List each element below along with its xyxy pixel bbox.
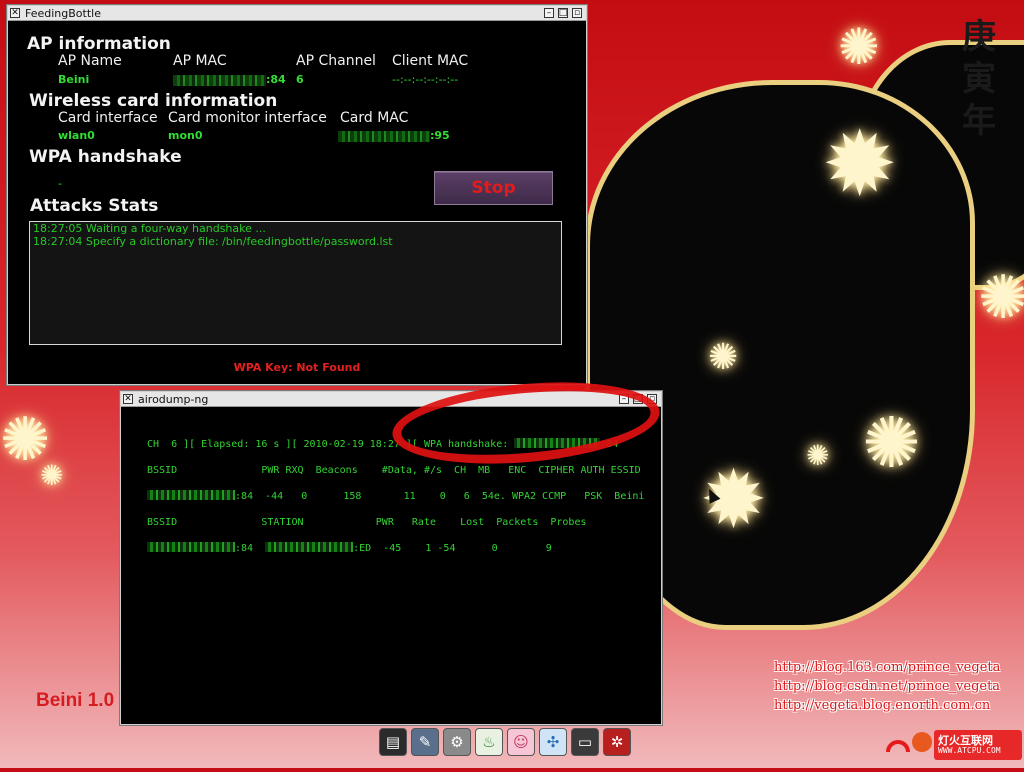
stop-button[interactable]: Stop: [434, 171, 553, 205]
feedingbottle-icon[interactable]: ♨: [475, 728, 503, 756]
year-char: 年: [962, 101, 996, 141]
wpa-key-status: WPA Key: Not Found: [233, 361, 361, 374]
minimize-icon[interactable]: –: [544, 8, 554, 18]
ap-info-heading: AP information: [27, 34, 171, 54]
year-char: 寅: [962, 59, 996, 99]
ap-table-row: :84 -44 0 158 11 0 6 54e. WPA2 CCMP PSK …: [147, 490, 644, 503]
terminal-icon[interactable]: ▤: [379, 728, 407, 756]
card-interface-value: wlan0: [58, 129, 95, 142]
gears-icon[interactable]: ⚙: [443, 728, 471, 756]
blog-link[interactable]: http://blog.csdn.net/prince_vegeta: [774, 679, 1000, 694]
card-interface-label: Card interface: [58, 110, 158, 126]
redacted-mac: [147, 490, 235, 500]
station-row-values: -45 1 -54 0 9: [371, 543, 552, 554]
redacted-mac: [338, 130, 430, 142]
ap-channel-label: AP Channel: [296, 53, 376, 69]
close-icon[interactable]: ✕: [123, 394, 133, 404]
ap-name-label: AP Name: [58, 53, 122, 69]
ap-channel-value: 6: [296, 73, 304, 86]
tools-icon[interactable]: ✎: [411, 728, 439, 756]
blog-link[interactable]: http://vegeta.blog.enorth.com.cn: [774, 698, 990, 713]
card-mac-value: :95: [338, 129, 450, 142]
terminal-text: CH 6 ][ Elapsed: 16 s ][ 2010-02-19 18:2…: [147, 427, 644, 554]
station-suffix: :ED: [353, 543, 372, 554]
card-info-heading: Wireless card information: [29, 91, 278, 111]
firework-decoration: ✺: [40, 459, 64, 492]
network-icon[interactable]: ✣: [539, 728, 567, 756]
firework-decoration: ✺: [838, 18, 880, 76]
station-table-header: BSSID STATION PWR Rate Lost Packets Prob…: [147, 517, 587, 528]
settings-icon[interactable]: ✲: [603, 728, 631, 756]
redacted-mac: [173, 74, 266, 86]
bssid-suffix: :84: [235, 543, 254, 554]
card-mac-label: Card MAC: [340, 110, 409, 126]
ap-table-header: BSSID PWR RXQ Beacons #Data, #/s CH MB E…: [147, 465, 641, 476]
card-monitor-label: Card monitor interface: [168, 110, 327, 126]
redacted-mac: [147, 542, 235, 552]
client-mac-label: Client MAC: [392, 53, 469, 69]
blog-link[interactable]: http://blog.163.com/prince_vegeta: [774, 660, 1000, 675]
wpa-handshake-heading: WPA handshake: [29, 147, 182, 167]
ap-mac-value: :84: [173, 73, 286, 86]
site-logo: 灯火互联网 WWW.ATCPU.COM: [886, 722, 1024, 768]
ap-row-values: -44 0 158 11 0 6 54e. WPA2 CCMP PSK Bein…: [253, 491, 645, 502]
shade-icon[interactable]: ▫: [572, 8, 582, 18]
baby-icon[interactable]: ☺: [507, 728, 535, 756]
station-table-row: :84 :ED -45 1 -54 0 9: [147, 542, 552, 555]
log-line: 18:27:04 Specify a dictionary file: /bin…: [33, 235, 393, 248]
window-titlebar[interactable]: ✕ FeedingBottle – □ ▫: [8, 6, 586, 21]
bssid-suffix: :84: [235, 491, 254, 502]
log-line: 18:27:05 Waiting a four-way handshake ..…: [33, 222, 266, 235]
console-icon[interactable]: ▭: [571, 728, 599, 756]
year-char: 庚: [962, 17, 996, 57]
card-monitor-value: mon0: [168, 129, 203, 142]
client-mac-value: --:--:--:--:--:--: [392, 73, 459, 86]
close-icon[interactable]: ✕: [10, 8, 20, 18]
feedingbottle-content: AP information AP Name AP MAC AP Channel…: [8, 21, 586, 387]
firework-decoration: ✺: [978, 263, 1024, 333]
firework-decoration: ✺: [708, 337, 739, 378]
maximize-icon[interactable]: □: [558, 8, 568, 18]
beini-brand: Beini 1.0: [36, 690, 115, 711]
logo-url: WWW.ATCPU.COM: [938, 746, 1001, 755]
redacted-mac: [265, 542, 354, 552]
firework-decoration: ✺: [806, 439, 830, 472]
wpa-handshake-value: -: [58, 177, 62, 190]
firework-decoration: ✺: [862, 402, 921, 484]
feedingbottle-window: ✕ FeedingBottle – □ ▫ AP information AP …: [7, 5, 587, 385]
firework-decoration: ✹: [822, 112, 898, 217]
ap-name-value: Beini: [58, 73, 90, 86]
ap-mac-label: AP MAC: [173, 53, 227, 69]
attacks-stats-heading: Attacks Stats: [30, 196, 159, 216]
dock: ▤ ✎ ⚙ ♨ ☺ ✣ ▭ ✲: [379, 728, 631, 756]
window-title: FeedingBottle: [25, 6, 101, 20]
attacks-log[interactable]: 18:27:05 Waiting a four-way handshake ..…: [29, 221, 562, 345]
card-mac-suffix: :95: [430, 129, 450, 142]
ap-mac-suffix: :84: [266, 73, 286, 86]
